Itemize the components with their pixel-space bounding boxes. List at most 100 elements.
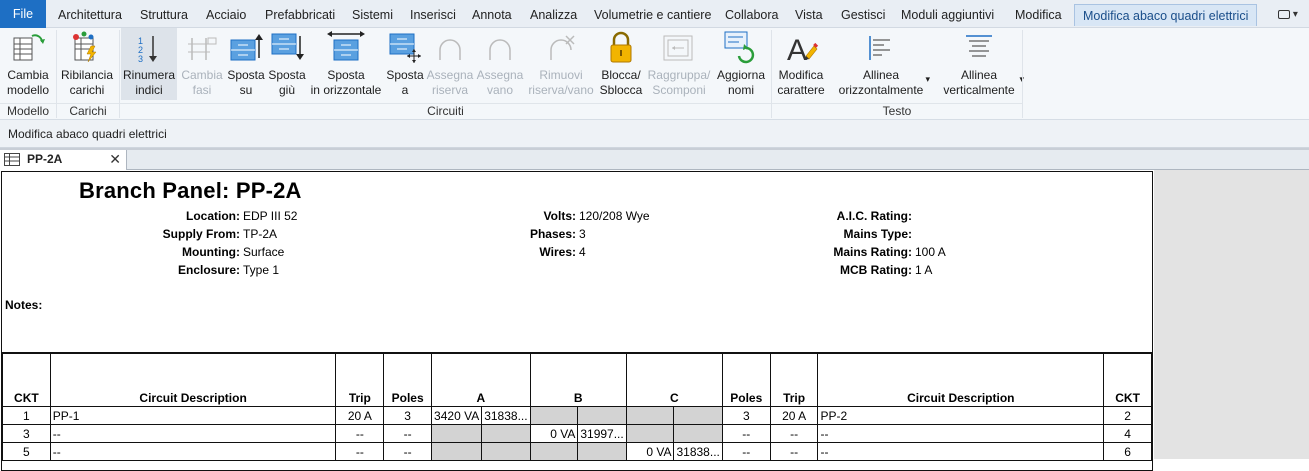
tab-sistemi[interactable]: Sistemi [344, 4, 401, 26]
tab-file[interactable]: File [0, 0, 46, 28]
raggruppa-scomponi-button[interactable]: Raggruppa/ Scomponi [646, 28, 712, 100]
trip-cell[interactable]: -- [335, 424, 385, 443]
poles-cell[interactable]: -- [383, 442, 433, 461]
ribilancia-carichi-button[interactable]: Ribilancia carichi [58, 28, 116, 100]
allinea-orizzontalmente-button[interactable]: Allinea orizzontalmente ▾ [832, 28, 930, 100]
tab-moduli-aggiuntivi[interactable]: Moduli aggiuntivi [893, 4, 1002, 26]
load-c-cell[interactable] [625, 406, 675, 425]
allinea-orizz-label-2: orizzontalmente [838, 82, 924, 97]
description-cell[interactable]: -- [817, 442, 1105, 461]
poles-cell[interactable]: 3 [383, 406, 433, 425]
description-cell[interactable]: -- [49, 442, 337, 461]
ckt-cell[interactable]: 5 [2, 442, 51, 461]
description-cell[interactable]: PP-2 [817, 406, 1105, 425]
table-row[interactable]: 3 -- -- -- 0 VA 31997... -- -- -- 4 [2, 424, 1152, 443]
cambia-modello-label-1: Cambia [7, 68, 49, 82]
cambia-modello-button[interactable]: Cambia modello [2, 28, 54, 100]
ckt-cell[interactable]: 2 [1103, 406, 1152, 425]
tab-collabora[interactable]: Collabora [717, 4, 787, 26]
poles-cell[interactable]: -- [721, 424, 771, 443]
description-cell[interactable]: PP-1 [49, 406, 337, 425]
sposta-giu-label-1: Sposta [268, 68, 306, 82]
header-phase-a: A [431, 353, 531, 407]
enclosure-value: Type 1 [243, 263, 280, 277]
load-c-cell[interactable]: 31838... [673, 442, 723, 461]
load-b-cell[interactable] [577, 442, 627, 461]
close-icon[interactable]: ✕ [109, 150, 121, 169]
group-icon [646, 28, 712, 68]
sposta-a-button[interactable]: Sposta a [385, 28, 425, 100]
rimuovi-riserva-vano-button[interactable]: Rimuovi riserva/vano [526, 28, 596, 100]
ckt-cell[interactable]: 4 [1103, 424, 1152, 443]
chevron-down-icon[interactable]: ▾ [925, 72, 930, 87]
assign-space-icon [476, 28, 524, 68]
description-cell[interactable]: -- [49, 424, 337, 443]
load-c-cell[interactable] [673, 406, 723, 425]
tab-vista[interactable]: Vista [787, 4, 831, 26]
blocca-sblocca-button[interactable]: Blocca/ Sblocca [597, 28, 645, 100]
load-c-cell[interactable] [625, 424, 675, 443]
ckt-cell[interactable]: 1 [2, 406, 51, 425]
rinumera-indici-button[interactable]: 123 Rinumera indici [121, 28, 177, 100]
wires-value: 4 [579, 245, 586, 259]
tab-gestisci[interactable]: Gestisci [833, 4, 893, 26]
description-cell[interactable]: -- [817, 424, 1105, 443]
load-b-cell[interactable]: 0 VA [529, 424, 579, 443]
cambia-fasi-button[interactable]: Cambia fasi [178, 28, 226, 100]
aggiorna-nomi-button[interactable]: Aggiorna nomi [713, 28, 769, 100]
header-poles-right: Poles [721, 353, 771, 407]
poles-cell[interactable]: -- [721, 442, 771, 461]
load-a-cell[interactable]: 3420 VA [431, 406, 483, 425]
load-a-cell[interactable] [431, 442, 483, 461]
load-a-cell[interactable]: 31838... [481, 406, 531, 425]
tab-prefabbricati[interactable]: Prefabbricati [257, 4, 343, 26]
load-b-cell[interactable] [529, 442, 579, 461]
ckt-cell[interactable]: 3 [2, 424, 51, 443]
view-tab-pp-2a[interactable]: PP-2A ✕ [0, 150, 127, 170]
poles-cell[interactable]: -- [383, 424, 433, 443]
tab-modifica[interactable]: Modifica [1007, 4, 1070, 26]
trip-cell[interactable]: 20 A [335, 406, 385, 425]
tab-analizza[interactable]: Analizza [522, 4, 585, 26]
allinea-verticalmente-button[interactable]: Allinea verticalmente ▾ [934, 28, 1024, 100]
table-row[interactable]: 1 PP-1 20 A 3 3420 VA 31838... 3 20 A PP… [2, 406, 1152, 425]
sposta-orizz-label-1: Sposta [327, 68, 365, 82]
load-a-cell[interactable] [481, 424, 531, 443]
load-b-cell[interactable] [577, 406, 627, 425]
move-to-icon [385, 28, 425, 68]
assegna-riserva-button[interactable]: Assegna riserva [426, 28, 474, 100]
trip-cell[interactable]: -- [335, 442, 385, 461]
group-label-testo: Testo [772, 103, 1022, 119]
tab-architettura[interactable]: Architettura [50, 4, 130, 26]
trip-cell[interactable]: 20 A [769, 406, 819, 425]
load-b-cell[interactable]: 31997... [577, 424, 627, 443]
poles-cell[interactable]: 3 [721, 406, 771, 425]
load-a-cell[interactable] [431, 424, 483, 443]
align-horizontal-icon [832, 28, 930, 68]
tab-annota[interactable]: Annota [464, 4, 520, 26]
load-a-cell[interactable] [481, 442, 531, 461]
load-b-cell[interactable] [529, 406, 579, 425]
ckt-cell[interactable]: 6 [1103, 442, 1152, 461]
sposta-giu-button[interactable]: Sposta giù [267, 28, 307, 100]
tab-volumetrie[interactable]: Volumetrie e cantiere [586, 4, 719, 26]
load-c-cell[interactable] [673, 424, 723, 443]
rimuovi-label-2: riserva/vano [528, 82, 594, 97]
ribilancia-label-2: carichi [69, 82, 105, 97]
tab-struttura[interactable]: Struttura [132, 4, 196, 26]
tab-acciaio[interactable]: Acciaio [198, 4, 254, 26]
tab-modifica-abaco[interactable]: Modifica abaco quadri elettrici [1074, 4, 1258, 26]
header-trip-left: Trip [335, 353, 385, 407]
trip-cell[interactable]: -- [769, 442, 819, 461]
ribbon-display-dropdown[interactable]: ▾ [1273, 7, 1303, 22]
assegna-vano-button[interactable]: Assegna vano [476, 28, 524, 100]
trip-cell[interactable]: -- [769, 424, 819, 443]
sposta-su-button[interactable]: Sposta su [226, 28, 266, 100]
sposta-orizzontale-button[interactable]: Sposta in orizzontale [308, 28, 384, 100]
table-row[interactable]: 5 -- -- -- 0 VA 31838... -- -- -- 6 [2, 442, 1152, 461]
load-c-cell[interactable]: 0 VA [625, 442, 675, 461]
allinea-vert-label-2: verticalmente [943, 82, 1015, 97]
options-bar: Modifica abaco quadri elettrici [0, 120, 1309, 148]
tab-inserisci[interactable]: Inserisci [402, 4, 464, 26]
modifica-carattere-button[interactable]: A Modifica carattere [774, 28, 828, 100]
